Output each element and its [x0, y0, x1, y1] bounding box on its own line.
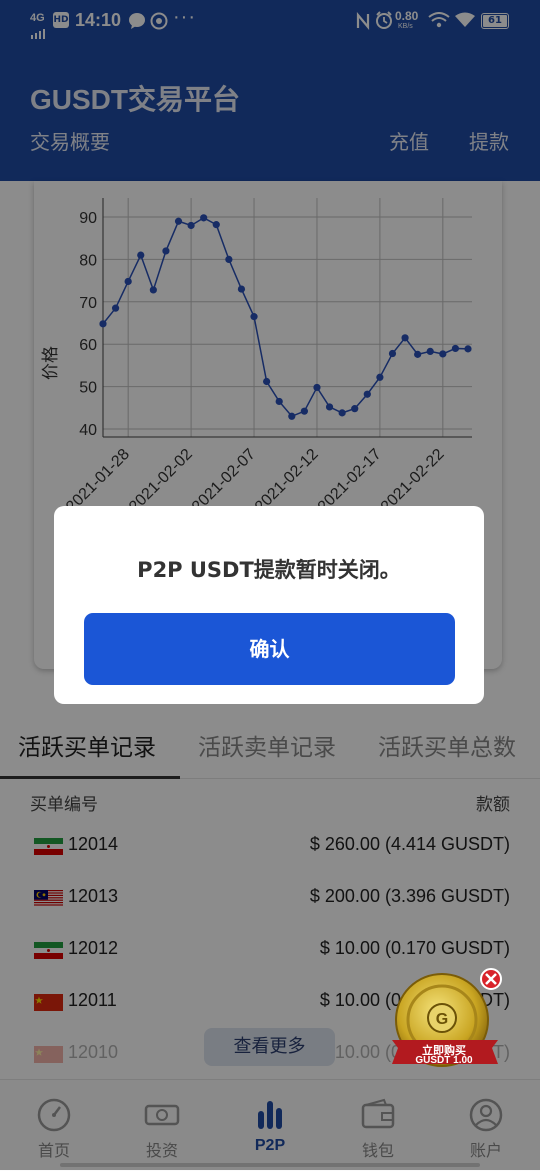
confirm-button[interactable]: 确认 — [84, 613, 455, 685]
buy-now-promo-badge[interactable]: G 立即购买 GUSDT 1.00 — [390, 968, 514, 1072]
svg-text:G: G — [436, 1011, 448, 1028]
promo-line2: GUSDT 1.00 — [415, 1055, 473, 1066]
dialog-message: P2P USDT提款暂时关闭。 — [137, 558, 401, 582]
alert-dialog: P2P USDT提款暂时关闭。 确认 — [54, 506, 484, 704]
